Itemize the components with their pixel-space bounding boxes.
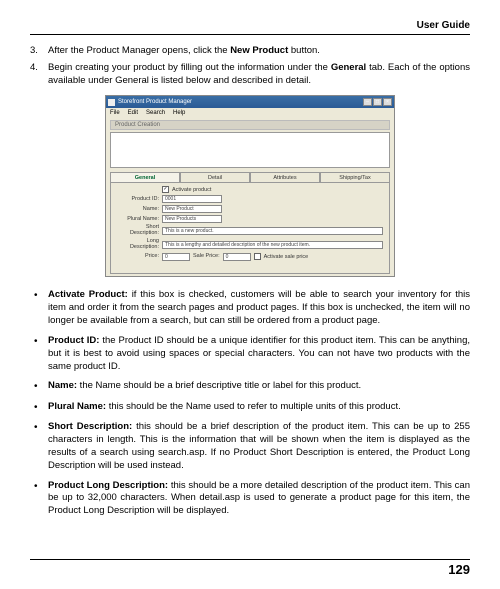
page-header: User Guide — [30, 20, 470, 35]
bullet-desc: the Product ID should be a unique identi… — [48, 335, 470, 372]
name-input[interactable]: New Product — [162, 205, 222, 213]
form-area: ✓ Activate product Product ID: 0001 Name… — [110, 183, 390, 274]
product-id-label: Product ID: — [117, 197, 159, 203]
menu-edit[interactable]: Edit — [128, 110, 138, 116]
bullet-term: Product ID: — [48, 335, 99, 346]
menu-help[interactable]: Help — [173, 110, 185, 116]
menubar: File Edit Search Help — [106, 108, 394, 118]
long-desc-input[interactable]: This is a lengthy and detailed descripti… — [162, 241, 383, 249]
plural-name-label: Plural Name: — [117, 217, 159, 223]
bullet-term: Activate Product: — [48, 289, 128, 300]
activate-sale-label: Activate sale price — [264, 254, 309, 260]
text-bold: New Product — [230, 45, 288, 56]
sale-price-input[interactable]: 0 — [223, 253, 251, 261]
bullet-dot-icon: • — [30, 289, 48, 327]
list-item: • Product ID: the Product ID should be a… — [30, 335, 470, 373]
step-number: 4. — [30, 62, 48, 88]
bullet-term: Product Long Description: — [48, 480, 168, 491]
screenshot-figure: Storefront Product Manager – □ × File Ed… — [30, 95, 470, 277]
short-desc-label: Short Description: — [117, 225, 159, 237]
step-text: After the Product Manager opens, click t… — [48, 45, 470, 58]
step-4: 4. Begin creating your product by fillin… — [30, 62, 470, 88]
bullet-list: • Activate Product: if this box is check… — [30, 289, 470, 518]
bullet-term: Name: — [48, 380, 77, 391]
list-item: • Name: the Name should be a brief descr… — [30, 380, 470, 394]
bullet-dot-icon: • — [30, 335, 48, 373]
maximize-button[interactable]: □ — [373, 98, 382, 106]
bullet-term: Plural Name: — [48, 401, 106, 412]
tab-strip: General Detail Attributes Shipping/Tax — [110, 172, 390, 183]
name-label: Name: — [117, 207, 159, 213]
page-number: 129 — [448, 562, 470, 577]
titlebar: Storefront Product Manager – □ × — [106, 96, 394, 108]
page-footer: 129 — [30, 559, 470, 577]
bullet-dot-icon: • — [30, 480, 48, 518]
app-icon — [108, 99, 115, 106]
list-item: • Product Long Description: this should … — [30, 480, 470, 518]
price-input[interactable]: 0 — [162, 253, 190, 261]
price-label: Price: — [117, 254, 159, 260]
activate-product-checkbox[interactable]: ✓ — [162, 186, 169, 193]
list-item: • Short Description: this should be a br… — [30, 421, 470, 472]
list-item: • Plural Name: this should be the Name u… — [30, 401, 470, 415]
bullet-dot-icon: • — [30, 401, 48, 415]
minimize-button[interactable]: – — [363, 98, 372, 106]
text: button. — [288, 45, 320, 56]
step-number: 3. — [30, 45, 48, 58]
close-button[interactable]: × — [383, 98, 392, 106]
text-bold: General — [331, 62, 366, 73]
sale-price-label: Sale Price: — [193, 254, 220, 260]
list-area — [110, 132, 390, 168]
window-title: Storefront Product Manager — [118, 99, 192, 105]
section-label: Product Creation — [110, 120, 390, 130]
tab-detail[interactable]: Detail — [180, 172, 250, 183]
app-window: Storefront Product Manager – □ × File Ed… — [105, 95, 395, 277]
bullet-desc: the Name should be a brief descriptive t… — [77, 380, 361, 391]
text: Begin creating your product by filling o… — [48, 62, 331, 73]
long-desc-label: Long Description: — [117, 239, 159, 251]
product-id-input[interactable]: 0001 — [162, 195, 222, 203]
text: After the Product Manager opens, click t… — [48, 45, 230, 56]
tab-general[interactable]: General — [110, 172, 180, 183]
activate-sale-checkbox[interactable] — [254, 253, 261, 260]
activate-product-label: Activate product — [172, 187, 211, 193]
plural-name-input[interactable]: New Products — [162, 215, 222, 223]
short-desc-input[interactable]: This is a new product. — [162, 227, 383, 235]
tab-attributes[interactable]: Attributes — [250, 172, 320, 183]
list-item: • Activate Product: if this box is check… — [30, 289, 470, 327]
bullet-term: Short Description: — [48, 421, 132, 432]
step-3: 3. After the Product Manager opens, clic… — [30, 45, 470, 58]
bullet-desc: this should be the Name used to refer to… — [106, 401, 401, 412]
tab-shipping-tax[interactable]: Shipping/Tax — [320, 172, 390, 183]
step-text: Begin creating your product by filling o… — [48, 62, 470, 88]
bullet-dot-icon: • — [30, 421, 48, 472]
menu-file[interactable]: File — [110, 110, 120, 116]
bullet-dot-icon: • — [30, 380, 48, 394]
menu-search[interactable]: Search — [146, 110, 165, 116]
